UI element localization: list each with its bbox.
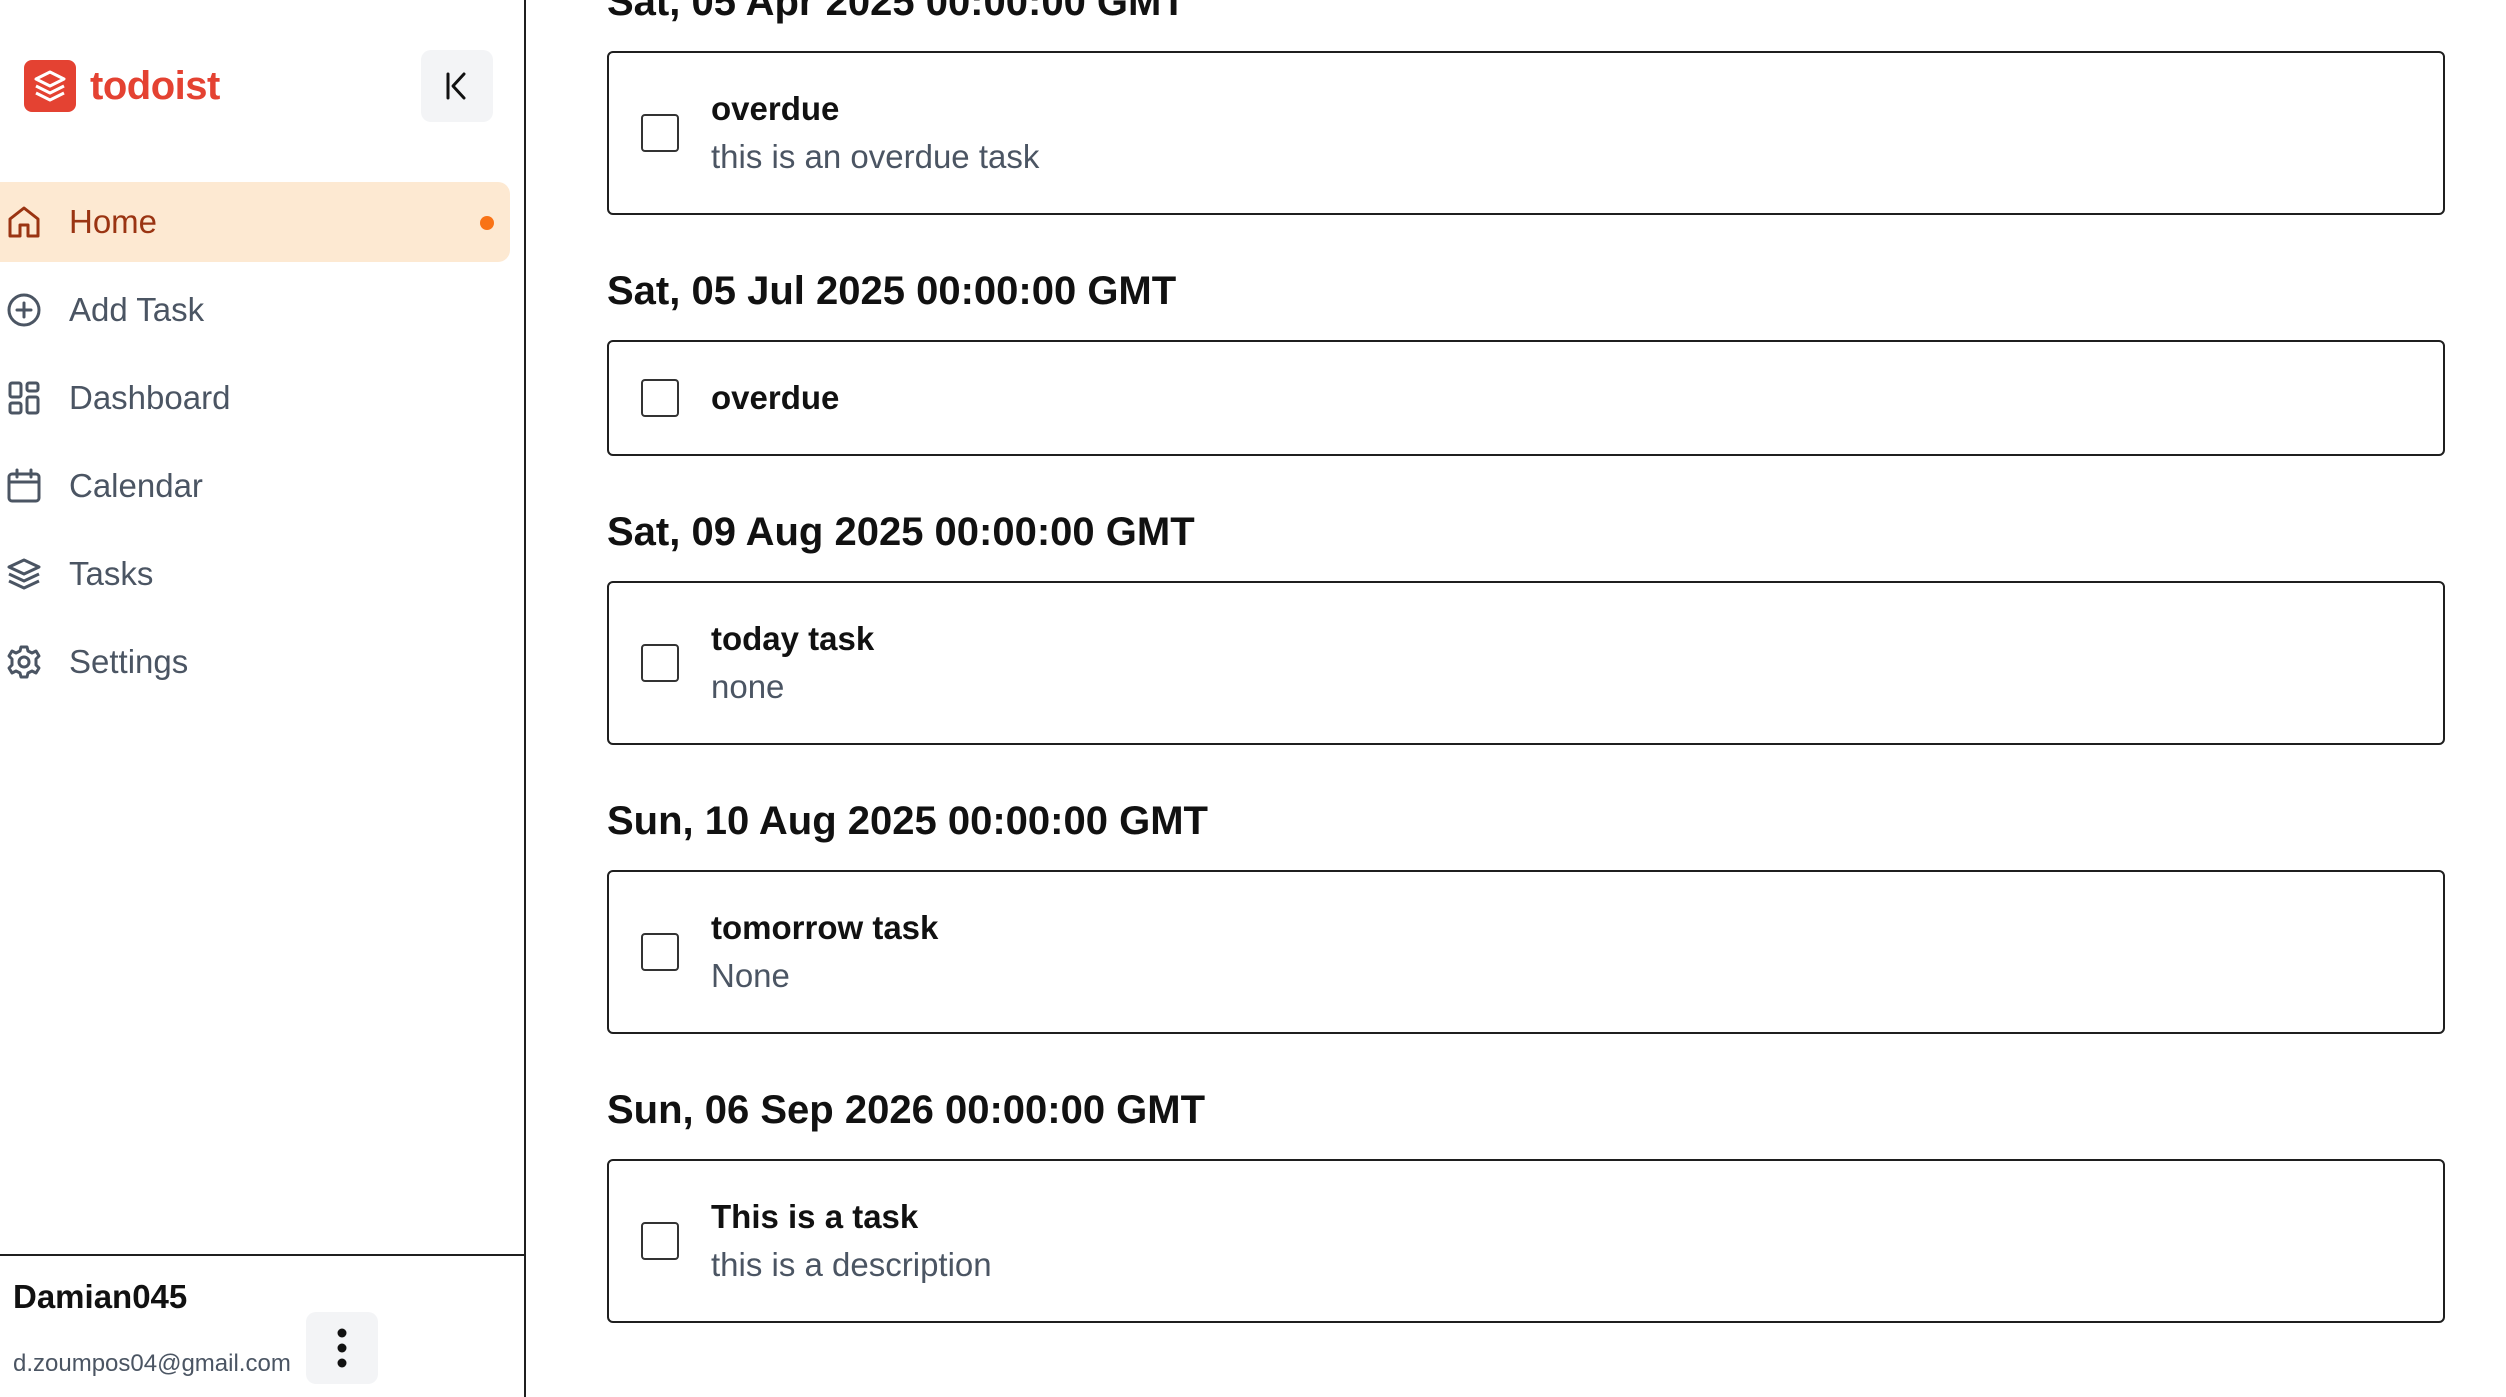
task-card[interactable]: overdue this is an overdue task: [607, 51, 2445, 215]
task-title: tomorrow task: [711, 909, 939, 946]
task-title: overdue: [711, 379, 840, 416]
brand[interactable]: todoist: [24, 60, 220, 112]
layers-icon: [4, 554, 44, 594]
task-card[interactable]: today task none: [607, 581, 2445, 745]
group-date-heading: Sat, 05 Apr 2025 00:00:00 GMT: [607, 0, 1186, 24]
group-date-heading: Sat, 09 Aug 2025 00:00:00 GMT: [607, 510, 1195, 554]
task-group: Sat, 05 Jul 2025 00:00:00 GMT overdue: [607, 267, 2447, 456]
task-card[interactable]: overdue: [607, 340, 2445, 456]
active-indicator-dot: [480, 216, 494, 230]
sidebar-item-label: Home: [69, 203, 158, 240]
task-text: overdue: [711, 378, 839, 418]
home-icon: [4, 202, 44, 242]
calendar-icon: [4, 466, 44, 506]
sidebar-item-label: Dashboard: [69, 379, 231, 416]
task-card[interactable]: This is a task this is a description: [607, 1159, 2445, 1323]
sidebar-item-calendar[interactable]: Calendar: [0, 446, 510, 526]
sidebar-item-settings[interactable]: Settings: [0, 622, 510, 702]
task-group: Sat, 05 Apr 2025 00:00:00 GMT overdue th…: [607, 0, 2447, 215]
task-checkbox[interactable]: [641, 379, 679, 417]
task-description: None: [711, 957, 790, 994]
task-text: tomorrow task None: [711, 908, 938, 996]
task-description: this is a description: [711, 1246, 992, 1283]
task-description: this is an overdue task: [711, 138, 1040, 175]
plus-circle-icon: [4, 290, 44, 330]
task-group: Sat, 09 Aug 2025 00:00:00 GMT today task…: [607, 508, 2447, 745]
gear-icon: [4, 642, 44, 682]
todoist-app: todoist Home Add Task Dashboard Calendar…: [0, 0, 2506, 1397]
task-title: overdue: [711, 90, 840, 127]
todoist-logo-icon: [24, 60, 76, 112]
user-name: Damian045: [13, 1278, 188, 1315]
task-text: today task none: [711, 619, 874, 707]
task-group: Sun, 10 Aug 2025 00:00:00 GMT tomorrow t…: [607, 797, 2447, 1034]
user-email: d.zoumpos04@gmail.com: [13, 1350, 291, 1377]
group-date-heading: Sat, 05 Jul 2025 00:00:00 GMT: [607, 269, 1177, 313]
task-card[interactable]: tomorrow task None: [607, 870, 2445, 1034]
sidebar-item-add-task[interactable]: Add Task: [0, 270, 510, 350]
sidebar-item-dashboard[interactable]: Dashboard: [0, 358, 510, 438]
sidebar-item-tasks[interactable]: Tasks: [0, 534, 510, 614]
task-text: This is a task this is a description: [711, 1197, 992, 1285]
sidebar-item-label: Add Task: [69, 291, 205, 328]
kebab-menu-icon: [337, 1328, 347, 1368]
dashboard-icon: [4, 378, 44, 418]
sidebar-item-label: Settings: [69, 643, 189, 680]
brand-name: todoist: [90, 63, 220, 108]
task-group: Sun, 06 Sep 2026 00:00:00 GMT This is a …: [607, 1086, 2447, 1323]
task-list: Sat, 05 Apr 2025 00:00:00 GMT overdue th…: [607, 0, 2447, 1375]
user-menu-button[interactable]: [306, 1312, 378, 1384]
sidebar-item-label: Calendar: [69, 467, 203, 504]
user-profile: Damian045 d.zoumpos04@gmail.com: [0, 1254, 524, 1397]
sidebar-item-home[interactable]: Home: [0, 182, 510, 262]
main-content[interactable]: Sat, 05 Apr 2025 00:00:00 GMT overdue th…: [528, 0, 2506, 1397]
task-checkbox[interactable]: [641, 933, 679, 971]
task-title: today task: [711, 620, 875, 657]
task-checkbox[interactable]: [641, 1222, 679, 1260]
collapse-sidebar-button[interactable]: [421, 50, 493, 122]
task-text: overdue this is an overdue task: [711, 89, 1039, 177]
task-description: none: [711, 668, 785, 705]
sidebar: todoist Home Add Task Dashboard Calendar…: [0, 0, 526, 1397]
sidebar-nav: Home Add Task Dashboard Calendar Tasks S…: [0, 182, 510, 710]
task-title: This is a task: [711, 1198, 919, 1235]
collapse-left-icon: [446, 72, 466, 100]
group-date-heading: Sun, 10 Aug 2025 00:00:00 GMT: [607, 799, 1208, 843]
sidebar-item-label: Tasks: [69, 555, 154, 592]
group-date-heading: Sun, 06 Sep 2026 00:00:00 GMT: [607, 1088, 1206, 1132]
task-checkbox[interactable]: [641, 644, 679, 682]
task-checkbox[interactable]: [641, 114, 679, 152]
